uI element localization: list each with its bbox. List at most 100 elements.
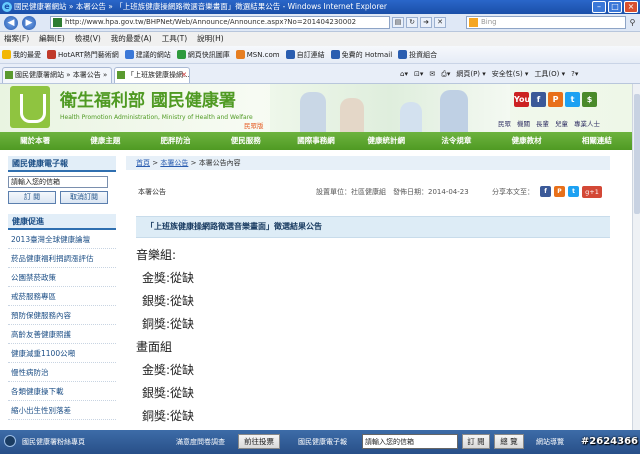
twitter-icon[interactable]: t	[565, 92, 580, 107]
sidebar-item[interactable]: 慢性病防治	[8, 363, 116, 382]
tab-hpa-announce[interactable]: 國民健康署網站 » 本署公告 » 「上班族...	[2, 67, 112, 83]
fav-label: MSN.com	[246, 50, 280, 59]
sitemap-link[interactable]: 網站導覽	[536, 436, 564, 448]
nav-links[interactable]: 相關連結	[562, 132, 632, 150]
bing-icon	[469, 18, 478, 27]
maximize-button[interactable]: □	[608, 1, 622, 13]
address-bar: ◀ ▶ http://www.hpa.gov.tw/BHPNet/Web/Ann…	[0, 14, 640, 32]
nav-materials[interactable]: 健康教材	[492, 132, 562, 150]
plurk-share-icon[interactable]: P	[554, 186, 565, 197]
nav-services[interactable]: 便民服務	[211, 132, 281, 150]
twitter-share-icon[interactable]: t	[568, 186, 579, 197]
share-icon[interactable]: $	[582, 92, 597, 107]
menu-file[interactable]: 檔案(F)	[4, 32, 29, 46]
person-figure	[440, 90, 468, 132]
facebook-share-icon[interactable]: f	[540, 186, 551, 197]
home-icon[interactable]: ⌂▾	[400, 67, 408, 81]
sidebar-item[interactable]: 2013臺灣全球健康論壇	[8, 230, 116, 249]
header-family-photo	[270, 84, 510, 132]
link-elder[interactable]: 長輩	[536, 118, 549, 128]
stop-icon[interactable]: ✕	[434, 17, 446, 28]
link-children[interactable]: 兒童	[555, 118, 568, 128]
hpa-logo-icon[interactable]	[10, 86, 50, 128]
nav-statistics[interactable]: 健康統計網	[351, 132, 421, 150]
person-figure	[340, 98, 364, 132]
compat-view-icon[interactable]: ▤	[392, 17, 404, 28]
sidebar-item[interactable]: 預防保健服務內容	[8, 306, 116, 325]
breadcrumb-home[interactable]: 首頁	[136, 159, 150, 167]
window-title-bar: e 國民健康署網站 » 本署公告 » 「上班族健康操網路徵選音樂畫面」徵選結果公…	[0, 0, 640, 14]
scrollbar-thumb[interactable]	[634, 94, 640, 214]
subscribe-button[interactable]: 訂 閱	[8, 191, 56, 204]
sidebar-item[interactable]: 公園禁菸政策	[8, 268, 116, 287]
command-tools[interactable]: 工具(O) ▾	[534, 67, 565, 81]
bottom-subscribe-button[interactable]: 訂 閱	[462, 434, 490, 449]
forward-arrow-icon[interactable]: ▶	[22, 16, 36, 30]
fav-link-hotart[interactable]: HotART熱門藝術網	[47, 50, 119, 60]
help-icon[interactable]: ?▾	[571, 67, 578, 81]
epaper-email-input[interactable]	[8, 176, 108, 188]
tab-current[interactable]: 「上班族健康操網... ✕	[114, 67, 190, 83]
overview-button[interactable]: 總 覽	[494, 434, 524, 449]
nav-about[interactable]: 關於本署	[0, 132, 70, 150]
fav-link-hotmail[interactable]: 免費的 Hotmail	[330, 50, 393, 60]
fav-link-custom[interactable]: 自訂連結	[285, 50, 325, 60]
menu-favorites[interactable]: 我的最愛(A)	[111, 32, 152, 46]
sidebar-item[interactable]: 戒菸服務專區	[8, 287, 116, 306]
menu-edit[interactable]: 編輯(E)	[39, 32, 65, 46]
menu-help[interactable]: 說明(H)	[197, 32, 224, 46]
url-input[interactable]: http://www.hpa.gov.tw/BHPNet/Web/Announc…	[50, 16, 390, 29]
link-agency[interactable]: 機關	[517, 118, 530, 128]
facebook-icon[interactable]: f	[531, 92, 546, 107]
refresh-icon[interactable]: ↻	[406, 17, 418, 28]
command-page[interactable]: 網頁(P) ▾	[456, 67, 485, 81]
link-public[interactable]: 民眾	[498, 118, 511, 128]
back-arrow-icon[interactable]: ◀	[4, 16, 18, 30]
google-plus-button[interactable]: g+1	[582, 186, 602, 198]
tab-bar: 國民健康署網站 » 本署公告 » 「上班族... 「上班族健康操網... ✕ ⌂…	[0, 64, 640, 84]
plurk-icon[interactable]: P	[548, 92, 563, 107]
bottom-epaper-input[interactable]	[362, 434, 458, 449]
nav-international[interactable]: 國際事務網	[281, 132, 351, 150]
fav-link-msn[interactable]: MSN.com	[235, 50, 280, 59]
close-button[interactable]: ×	[624, 1, 638, 13]
site-title[interactable]: 衛生福利部 國民健康署	[60, 86, 236, 111]
sidebar-item[interactable]: 健康減重1100公噸	[8, 344, 116, 363]
search-input[interactable]: Bing	[466, 16, 626, 29]
nav-health-topics[interactable]: 健康主題	[70, 132, 140, 150]
sidebar-item[interactable]: 縮小出生性別落差	[8, 401, 116, 420]
menu-view[interactable]: 檢視(V)	[75, 32, 101, 46]
sidebar-item[interactable]: 各類健康操下載	[8, 382, 116, 401]
breadcrumb-section[interactable]: 本署公告	[160, 159, 188, 167]
sidebar-item[interactable]: 菸品健康福利捐調漲評估	[8, 249, 116, 268]
feeds-icon[interactable]: ⊡▾	[414, 67, 423, 81]
fav-link-portfolio[interactable]: 投資組合	[398, 50, 437, 60]
vote-button[interactable]: 前往投票	[238, 434, 280, 449]
nav-regulations[interactable]: 法令規章	[421, 132, 491, 150]
fans-page-link[interactable]: 國民健康署粉絲專頁	[22, 436, 85, 448]
fav-label: 免費的 Hotmail	[341, 50, 393, 59]
sidebar-item[interactable]: 高齡友善健康照護	[8, 325, 116, 344]
fav-label: 自訂連結	[296, 50, 325, 59]
fav-link-webslices[interactable]: 網頁快訊圖庫	[176, 50, 230, 60]
search-placeholder: Bing	[481, 18, 497, 26]
facebook-fans-icon[interactable]	[4, 435, 16, 447]
link-professional[interactable]: 專業人士	[574, 118, 600, 128]
vertical-scrollbar[interactable]	[632, 84, 640, 430]
mail-icon[interactable]: ✉	[429, 67, 435, 81]
youtube-icon[interactable]: You	[514, 92, 530, 107]
nav-obesity[interactable]: 肥胖防治	[140, 132, 210, 150]
epaper-label: 國民健康電子報	[298, 438, 347, 446]
body-line: 金獎:從缺	[142, 363, 195, 377]
body-line: 金獎:從缺	[142, 271, 195, 285]
fav-link-suggested[interactable]: 建議的網站	[124, 50, 171, 60]
menu-tools[interactable]: 工具(T)	[162, 32, 187, 46]
go-icon[interactable]: ➜	[420, 17, 432, 28]
command-safety[interactable]: 安全性(S) ▾	[492, 67, 529, 81]
search-icon[interactable]: ⚲	[627, 17, 638, 28]
favorites-button[interactable]: 我的最愛	[2, 50, 41, 60]
minimize-button[interactable]: –	[592, 1, 606, 13]
print-icon[interactable]: ⎙▾	[441, 67, 450, 81]
close-tab-icon[interactable]: ✕	[181, 68, 187, 83]
unsubscribe-button[interactable]: 取消訂閱	[60, 191, 108, 204]
